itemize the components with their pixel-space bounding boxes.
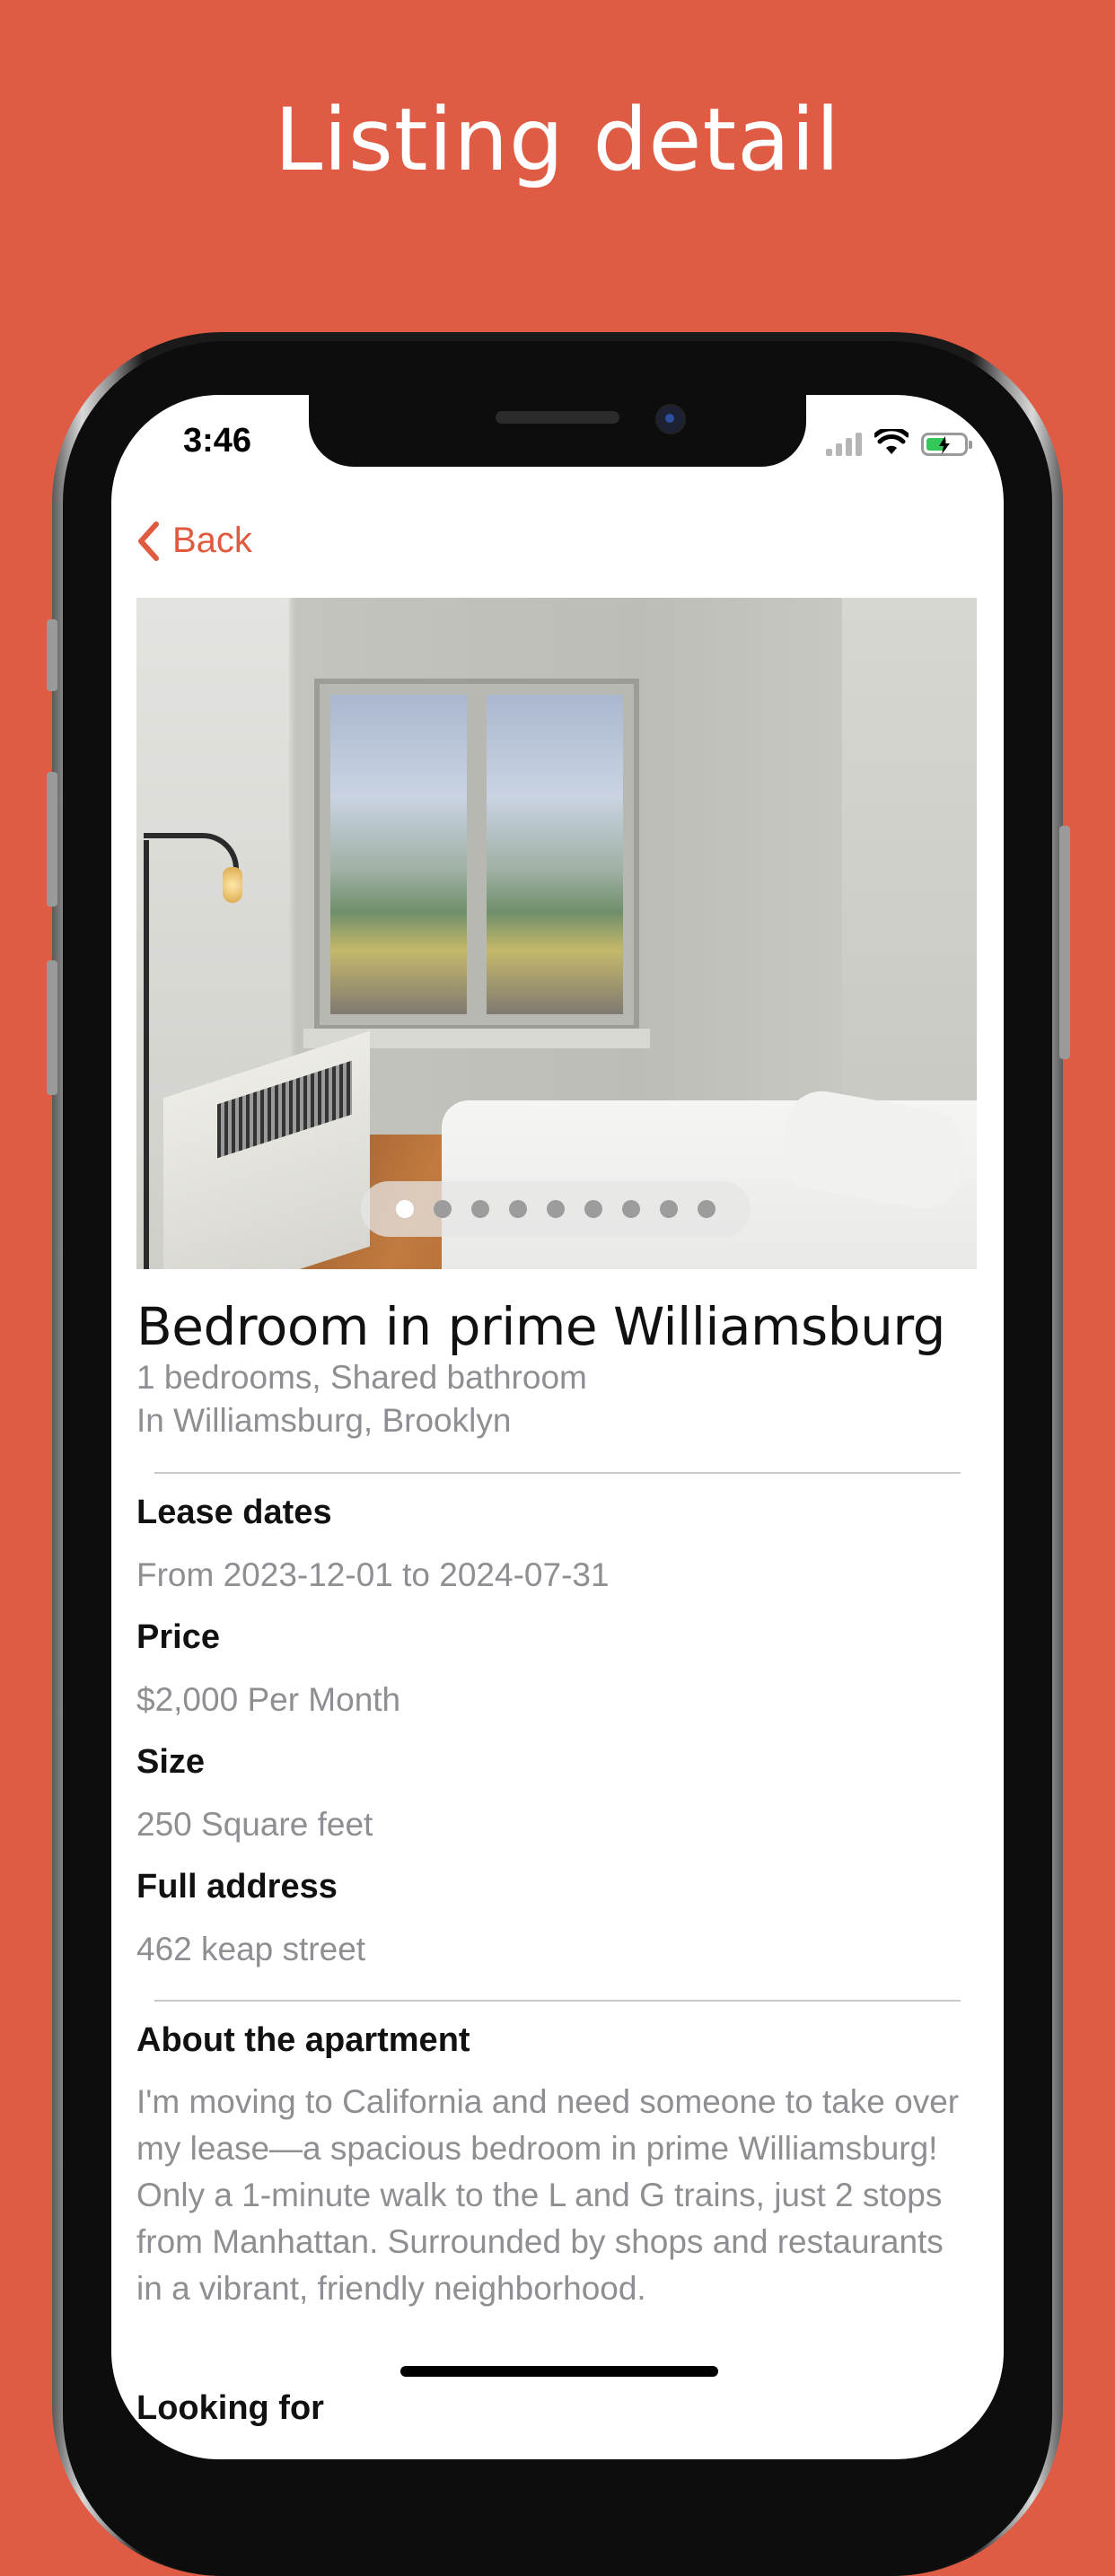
side-button-silent [47,619,57,691]
earpiece-speaker [496,411,619,424]
lease-dates-label: Lease dates [136,1494,332,1531]
lease-dates-value: From 2023-12-01 to 2024-07-31 [136,1556,610,1593]
side-button-volume-down [47,960,57,1095]
price-value: $2,000 Per Month [136,1681,401,1718]
window-image-detail [314,679,639,1030]
status-time: 3:46 [183,422,252,460]
about-apartment-label: About the apartment [136,2021,470,2059]
listing-rooms: 1 bedrooms, Shared bathroom [136,1359,587,1396]
wifi-icon [874,429,909,454]
size-value: 250 Square feet [136,1806,373,1843]
chevron-left-icon [138,521,159,561]
carousel-dot[interactable] [434,1200,452,1218]
page-banner-title: Listing detail [274,90,841,190]
size-label: Size [136,1743,206,1781]
listing-title: Bedroom in prime Williamsburg [136,1296,945,1357]
back-button[interactable]: Back [136,521,252,561]
carousel-page-indicator[interactable] [361,1181,751,1237]
back-button-label: Back [172,521,252,560]
front-camera [655,404,686,434]
about-apartment-text: I'm moving to California and need someon… [136,2083,960,2307]
full-address-value: 462 keap street [136,1931,366,1967]
carousel-dot[interactable] [396,1200,414,1218]
status-icons [826,429,972,456]
side-button-power [1059,826,1070,1059]
full-address-label: Full address [136,1868,338,1906]
carousel-dot[interactable] [509,1200,527,1218]
carousel-dot[interactable] [698,1200,716,1218]
carousel-dot[interactable] [584,1200,602,1218]
carousel-dot[interactable] [547,1200,565,1218]
carousel-dot[interactable] [660,1200,678,1218]
carousel-dot[interactable] [471,1200,489,1218]
price-label: Price [136,1618,220,1656]
cellular-signal-icon [826,431,862,456]
listing-area: In Williamsburg, Brooklyn [136,1402,512,1439]
home-indicator[interactable] [400,2366,718,2377]
section-divider [154,1472,961,1474]
next-section-label: Looking for [136,2389,324,2427]
side-button-volume-up [47,772,57,907]
section-divider [154,2000,961,2002]
listing-photo-carousel[interactable] [136,598,977,1269]
notch [309,395,806,467]
battery-charging-icon [921,433,972,456]
carousel-dot[interactable] [622,1200,640,1218]
phone-screen: 3:46 Back Bedroom in prime Williamsburg … [111,395,1004,2459]
